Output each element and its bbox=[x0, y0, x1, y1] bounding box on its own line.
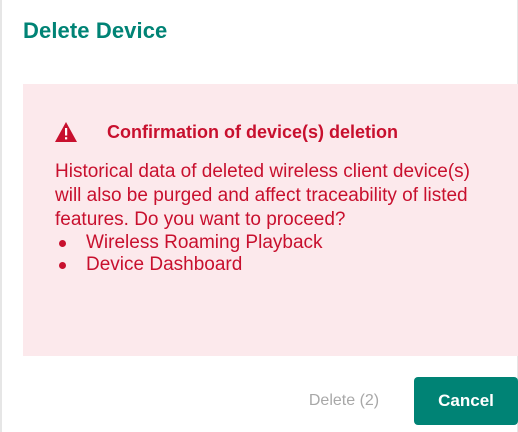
list-item-label: Device Dashboard bbox=[86, 254, 243, 275]
affected-features-list: Wireless Roaming Playback Device Dashboa… bbox=[55, 232, 490, 276]
warning-alert: Confirmation of device(s) deletion Histo… bbox=[23, 84, 518, 356]
bullet-icon bbox=[59, 261, 66, 269]
bullet-icon bbox=[59, 239, 66, 247]
list-item: Wireless Roaming Playback bbox=[55, 232, 490, 254]
cancel-button[interactable]: Cancel bbox=[414, 377, 518, 425]
warning-triangle-icon bbox=[55, 122, 77, 142]
dialog-title: Delete Device bbox=[23, 18, 168, 43]
list-item: Device Dashboard bbox=[55, 254, 490, 276]
alert-header: Confirmation of device(s) deletion bbox=[55, 120, 490, 144]
delete-device-dialog: Delete Device Confirmation of device(s) … bbox=[0, 0, 518, 432]
list-item-label: Wireless Roaming Playback bbox=[86, 232, 323, 253]
dialog-left-border bbox=[0, 0, 2, 432]
alert-message: Historical data of deleted wireless clie… bbox=[55, 161, 471, 230]
alert-title: Confirmation of device(s) deletion bbox=[107, 121, 399, 142]
delete-button[interactable]: Delete (2) bbox=[290, 377, 398, 425]
